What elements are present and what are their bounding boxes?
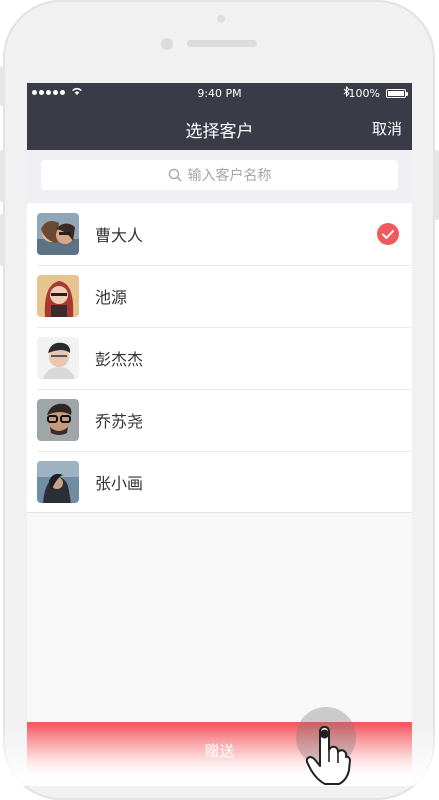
status-bar: 9:40 PM 100%	[27, 83, 412, 105]
customer-name: 乔苏尧	[95, 412, 144, 431]
customer-name: 张小画	[95, 474, 144, 493]
customer-row[interactable]: 池源	[27, 265, 412, 327]
page-title: 选择客户	[185, 122, 254, 142]
volume-down-button	[0, 214, 4, 266]
navigation-bar: 选择客户 取消	[27, 105, 412, 150]
avatar	[37, 275, 79, 317]
avatar	[37, 461, 79, 503]
front-camera	[161, 38, 173, 50]
cancel-button[interactable]: 取消	[372, 118, 402, 139]
customer-row[interactable]: 张小画	[27, 451, 412, 513]
battery-icon	[386, 89, 408, 98]
power-button	[435, 150, 439, 220]
customer-row[interactable]: 彭杰杰	[27, 327, 412, 389]
volume-up-button	[0, 150, 4, 202]
customer-name: 曹大人	[95, 226, 144, 245]
earpiece-speaker	[187, 40, 257, 47]
search-icon	[168, 168, 182, 182]
avatar	[37, 213, 79, 255]
avatar	[37, 337, 79, 379]
search-input[interactable]: 输入客户名称	[41, 160, 398, 190]
customer-name: 彭杰杰	[95, 350, 144, 369]
phone-top-dot	[217, 15, 225, 23]
battery-percent: 100%	[348, 87, 380, 100]
app-screen: 9:40 PM 100% 选择客户 取消 输入客户名称 曹大人 池源 彭杰杰 乔…	[27, 83, 412, 786]
selected-check-icon	[377, 223, 399, 245]
search-placeholder: 输入客户名称	[187, 168, 272, 184]
mute-switch	[0, 66, 4, 106]
search-area: 输入客户名称	[27, 150, 412, 203]
customer-row[interactable]: 乔苏尧	[27, 389, 412, 451]
customer-list: 曹大人 池源 彭杰杰 乔苏尧 张小画	[27, 203, 412, 513]
hand-pointer-icon	[305, 724, 351, 790]
customer-name: 池源	[95, 288, 128, 307]
customer-row[interactable]: 曹大人	[27, 203, 412, 265]
avatar	[37, 399, 79, 441]
